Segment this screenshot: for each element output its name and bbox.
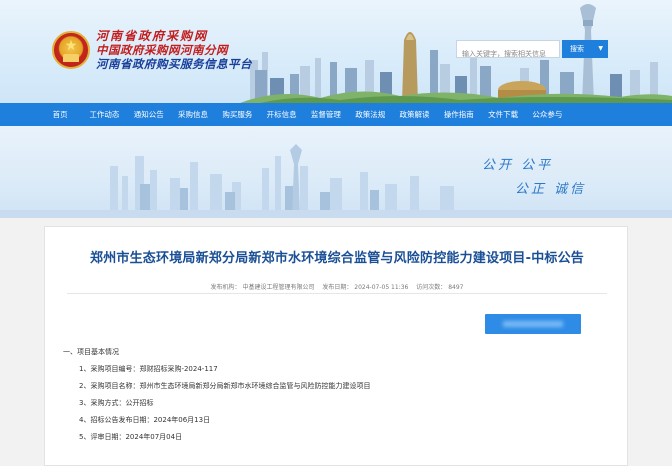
nav-bid-opening[interactable]: 开标信息 [259, 103, 303, 126]
brand-title: 河南省政府采购网 [96, 29, 209, 43]
nav-policies-regulations[interactable]: 政策法规 [348, 103, 392, 126]
brand-platform: 河南省政府购买服务信息平台 [96, 57, 252, 71]
nav-policy-interpretation[interactable]: 政策解读 [392, 103, 436, 126]
nav-work-news[interactable]: 工作动态 [82, 103, 126, 126]
brand-subtitle: 中国政府采购网河南分网 [96, 43, 228, 57]
nav-operation-guide[interactable]: 操作指南 [437, 103, 481, 126]
dropdown-caret-icon: ▼ [598, 45, 603, 52]
search-input[interactable] [457, 46, 559, 62]
nav-downloads[interactable]: 文件下载 [481, 103, 525, 126]
nav-public-participation[interactable]: 公众参与 [525, 103, 569, 126]
search-button-label: 搜索 [570, 45, 584, 53]
meta-view-count: 访问次数： 8497 [416, 284, 464, 291]
slogan-open-fair: 公开 公平 [482, 158, 554, 173]
info-row: 5、评审日期：2024年07月04日 [79, 433, 183, 441]
nav-procurement-info[interactable]: 采购信息 [171, 103, 215, 126]
slogan-just-honest: 公正 诚信 [515, 182, 587, 197]
section-heading: 一、项目基本情况 [63, 348, 119, 356]
search-box [456, 40, 560, 62]
article-meta: 发布机构： 中基建设工程管理有限公司 发布日期： 2024-07-05 11:3… [45, 282, 629, 291]
article-panel: 郑州市生态环境局新郑分局新郑市水环境综合监管与风险防控能力建设项目-中标公告 发… [44, 226, 628, 466]
nav-notices[interactable]: 通知公告 [127, 103, 171, 126]
article-title: 郑州市生态环境局新郑分局新郑市水环境综合监管与风险防控能力建设项目-中标公告 [90, 251, 584, 266]
info-row: 3、采购方式：公开招标 [79, 399, 154, 407]
search-button[interactable]: 搜索 ▼ [562, 40, 608, 58]
hero-banner [0, 126, 672, 218]
nav-purchase-services[interactable]: 购买服务 [215, 103, 259, 126]
national-emblem-logo: ★ [52, 31, 90, 69]
banner-skyline-illustration [0, 144, 672, 218]
nav-home[interactable]: 首页 [38, 103, 82, 126]
meta-publish-time: 发布日期： 2024-07-05 11:36 [322, 284, 409, 291]
meta-divider [67, 293, 607, 294]
redacted-button[interactable] [485, 314, 581, 334]
site-header: ★ 河南省政府采购网 中国政府采购网河南分网 河南省政府购买服务信息平台 搜索 … [0, 0, 672, 103]
info-row: 1、采购项目编号：郑财招标采购-2024-117 [79, 365, 218, 373]
meta-agency: 发布机构： 中基建设工程管理有限公司 [210, 284, 315, 291]
nav-supervision[interactable]: 监督管理 [304, 103, 348, 126]
info-row: 2、采购项目名称：郑州市生态环境局新郑分局新郑市水环境综合监管与风险防控能力建设… [79, 382, 371, 390]
main-nav: 首页 工作动态 通知公告 采购信息 购买服务 开标信息 监督管理 政策法规 政策… [0, 103, 672, 126]
info-row: 4、招标公告发布日期：2024年06月13日 [79, 416, 211, 424]
site-brand[interactable]: 河南省政府采购网 中国政府采购网河南分网 河南省政府购买服务信息平台 [96, 30, 252, 71]
